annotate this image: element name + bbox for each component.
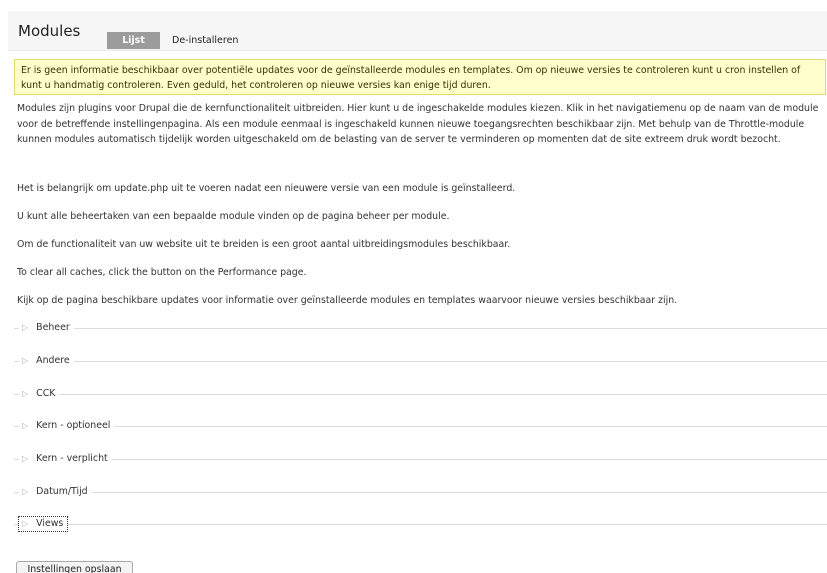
fieldset-toggle-views[interactable]: ▷ Views [17, 516, 69, 532]
fieldset-toggle-kern-verplicht[interactable]: ▷ Kern - verplicht [19, 452, 112, 466]
warning-text: Er is geen informatie beschikbaar over p… [21, 65, 725, 76]
fieldset-label: Datum/Tijd [36, 486, 88, 497]
fieldset-toggle-datum-tijd[interactable]: ▷ Datum/Tijd [19, 485, 92, 499]
fieldset-label: Beheer [36, 322, 70, 333]
page-header: Modules Lijst De-installeren [8, 11, 827, 51]
tab-lijst[interactable]: Lijst [107, 32, 160, 49]
save-settings-button[interactable]: Instellingen opslaan [16, 561, 133, 573]
fieldset-beheer: ▷ Beheer [14, 321, 827, 335]
updates-note: Kijk op de pagina beschikbare updates vo… [17, 293, 823, 309]
cache-note-text: . [303, 267, 307, 278]
fieldset-datum-tijd: ▷ Datum/Tijd [14, 485, 827, 499]
performance-page-link[interactable]: Performance page [218, 267, 304, 278]
extend-note: Om de functionaliteit van uw website uit… [17, 237, 823, 253]
warning-text: . Even geduld, het controleren op nieuwe… [160, 79, 491, 91]
fieldset-andere: ▷ Andere [14, 354, 827, 368]
collapsed-triangle-icon: ▷ [22, 389, 29, 398]
update-note: Het is belangrijk om update.php uit te v… [17, 181, 823, 197]
collapsed-triangle-icon: ▷ [22, 487, 29, 496]
intro-text: Modules zijn plugins voor Drupal die de … [17, 103, 819, 145]
update-warning: Er is geen informatie beschikbaar over p… [14, 59, 826, 95]
extend-note-text: beschikbaar. [448, 239, 511, 250]
update-note-text: uit te voeren nadat een nieuwere versie … [168, 183, 516, 194]
fieldset-border [14, 361, 827, 362]
update-note-text: Het is belangrijk om [17, 183, 115, 194]
contrib-modules-link[interactable]: uitbreidingsmodules [353, 239, 449, 250]
collapsed-triangle-icon: ▷ [22, 356, 29, 365]
fieldset-toggle-beheer[interactable]: ▷ Beheer [19, 321, 74, 335]
cache-note: To clear all caches, click the button on… [17, 265, 823, 281]
cron-link[interactable]: cron instellen [725, 65, 788, 76]
admin-note-text: U kunt alle beheertaken van een bepaalde… [17, 211, 357, 222]
fieldset-border [14, 328, 827, 329]
available-updates-link[interactable]: beschikbare updates [101, 295, 199, 306]
page-title: Modules [18, 22, 81, 40]
fieldset-kern-verplicht: ▷ Kern - verplicht [14, 452, 827, 466]
manual-check-link[interactable]: handmatig controleren [54, 80, 161, 91]
updates-note-text: voor informatie over geïnstalleerde modu… [198, 295, 678, 306]
fieldset-label: CCK [36, 388, 56, 399]
fieldset-border [14, 426, 827, 427]
fieldset-border [14, 459, 827, 460]
fieldset-views: ▷ Views [14, 516, 827, 532]
updates-note-text: Kijk op de pagina [17, 295, 102, 306]
fieldset-border [14, 524, 827, 525]
update-php-link[interactable]: update.php [114, 183, 168, 194]
cache-note-text: To clear all caches, click the button on… [17, 267, 218, 278]
fieldset-toggle-cck[interactable]: ▷ CCK [19, 387, 60, 401]
collapsed-triangle-icon: ▷ [22, 323, 29, 332]
fieldset-cck: ▷ CCK [14, 387, 827, 401]
fieldset-border [14, 492, 827, 493]
collapsed-triangle-icon: ▷ [22, 421, 29, 430]
fieldset-label: Kern - optioneel [36, 420, 111, 431]
admin-note-text: . [446, 211, 450, 222]
admin-by-module-link[interactable]: beheer per module [357, 211, 447, 222]
fieldset-label: Views [36, 518, 64, 529]
admin-note: U kunt alle beheertaken van een bepaalde… [17, 209, 823, 225]
fieldset-kern-optioneel: ▷ Kern - optioneel [14, 419, 827, 433]
collapsed-triangle-icon: ▷ [22, 519, 29, 528]
fieldset-border [14, 394, 827, 395]
fieldset-toggle-kern-optioneel[interactable]: ▷ Kern - optioneel [19, 419, 115, 433]
collapsed-triangle-icon: ▷ [22, 454, 29, 463]
fieldset-label: Kern - verplicht [36, 453, 108, 464]
fieldset-label: Andere [36, 355, 70, 366]
tab-de-installeren[interactable]: De-installeren [172, 32, 238, 49]
extend-note-text: Om de functionaliteit van uw website uit… [17, 239, 353, 250]
fieldset-toggle-andere[interactable]: ▷ Andere [19, 354, 74, 368]
